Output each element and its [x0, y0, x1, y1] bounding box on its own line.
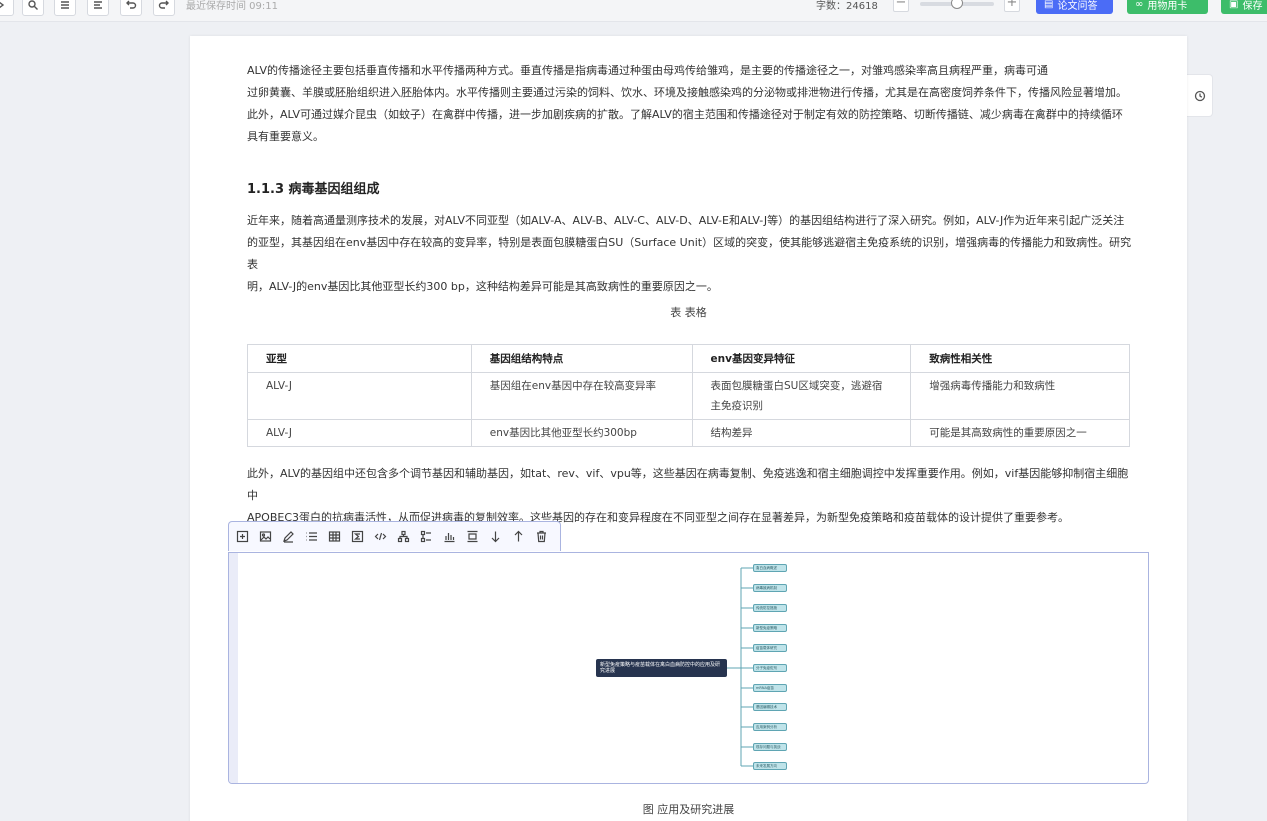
card-label: 用物用卡 — [1147, 0, 1188, 12]
genome-line-1: 近年来，随着高通量测序技术的发展，对ALV不同亚型（如ALV-A、ALV-B、A… — [247, 214, 1125, 227]
paper-qa-button[interactable]: ▤ 论文问答 — [1036, 0, 1113, 14]
mindmap-child-node[interactable]: 传统防控措施 — [753, 604, 787, 612]
regulatory-genes-paragraph[interactable]: 此外，ALV的基因组中还包含多个调节基因和辅助基因，如tat、rev、vif、v… — [247, 463, 1134, 529]
save-button[interactable]: ▣ 保存 — [1221, 0, 1267, 14]
table-cell[interactable]: 增强病毒传播能力和致病性 — [910, 372, 1130, 420]
delete-icon[interactable] — [533, 528, 550, 545]
history-button[interactable] — [1187, 74, 1213, 117]
table-cell[interactable]: env基因比其他亚型长约300bp — [470, 419, 693, 447]
table-header-cell[interactable]: 基因组结构特点 — [470, 344, 693, 373]
mindmap-child-node[interactable]: 分子免疫佐剂 — [753, 664, 787, 672]
genome-line-2: 的亚型，其基因组在env基因中存在较高的变异率，特别是表面包膜糖蛋白SU（Sur… — [247, 236, 1132, 271]
code-icon[interactable] — [372, 528, 389, 545]
mindmap-child-node[interactable]: mRNA疫苗 — [753, 684, 787, 692]
zoom-out-button[interactable]: − — [893, 0, 909, 12]
add-block-icon[interactable] — [234, 528, 251, 545]
mindmap-child-node[interactable]: 新型免疫策略 — [753, 624, 787, 632]
format-icon[interactable] — [87, 0, 109, 16]
save-label: 保存 — [1242, 0, 1263, 12]
intro-line-1: 过卵黄囊、羊膜或胚胎组织进入胚胎体内。水平传播则主要通过污染的饲料、饮水、环境及… — [247, 86, 1127, 99]
move-down-icon[interactable] — [487, 528, 504, 545]
history-icon — [1194, 90, 1205, 101]
genome-line-3: 明，ALV-J的env基因比其他亚型长约300 bp，这种结构差异可能是其高致病… — [247, 280, 718, 293]
top-toolbar: 最近保存时间 09:11 字数：24618 − + ▤ 论文问答 ∞ 用物用卡 ▣ 保… — [0, 0, 1267, 22]
outline-icon[interactable] — [54, 0, 76, 16]
edit-icon[interactable] — [280, 528, 297, 545]
figure-caption: 图 应用及研究进展 — [642, 803, 735, 816]
table-cell[interactable]: ALV-J — [247, 372, 472, 420]
table-header-cell[interactable]: 亚型 — [247, 344, 472, 373]
list-icon[interactable] — [303, 528, 320, 545]
intro-clipped-line: ALV的传播途径主要包括垂直传播和水平传播两种方式。垂直传播是指病毒通过种蛋由母… — [247, 64, 1048, 77]
table-icon[interactable] — [326, 528, 343, 545]
word-count: 字数：24618 — [816, 1, 878, 12]
table-cell[interactable]: 可能是其高致病性的重要原因之一 — [910, 419, 1130, 447]
mindmap-block[interactable]: 新型免疫策略与疫苗载体在禽白血病防控中的应用及研究进展 禽白血病概述 病毒致病机… — [228, 552, 1149, 784]
redo-icon[interactable] — [153, 0, 175, 16]
data-table[interactable]: 亚型 基因组结构特点 env基因变异特征 致病性相关性 ALV-J 基因组在en… — [247, 344, 1130, 447]
save-icon: ▣ — [1229, 0, 1239, 10]
table-row: ALV-J 基因组在env基因中存在较高变异率 表面包膜糖蛋白SU区域突变，逃避… — [247, 372, 1130, 420]
zoom-slider-knob[interactable] — [951, 0, 963, 9]
move-up-icon[interactable] — [510, 528, 527, 545]
expand-icon[interactable] — [0, 0, 14, 16]
infinity-icon: ∞ — [1135, 0, 1144, 10]
table-header-cell[interactable]: env基因变异特征 — [691, 344, 912, 373]
genome-paragraph[interactable]: 近年来，随着高通量测序技术的发展，对ALV不同亚型（如ALV-A、ALV-B、A… — [247, 210, 1134, 298]
regulatory-line-1: 此外，ALV的基因组中还包含多个调节基因和辅助基因，如tat、rev、vif、v… — [247, 467, 1129, 502]
table-header-cell[interactable]: 致病性相关性 — [910, 344, 1130, 373]
document-icon: ▤ — [1044, 0, 1054, 10]
mindmap-root-node[interactable]: 新型免疫策略与疫苗载体在禽白血病防控中的应用及研究进展 — [596, 659, 727, 677]
image-icon[interactable] — [257, 528, 274, 545]
table-caption: 表 表格 — [670, 306, 707, 319]
block-toolbar — [228, 521, 561, 551]
table-header-row: 亚型 基因组结构特点 env基因变异特征 致病性相关性 — [247, 344, 1130, 373]
table-cell[interactable]: 表面包膜糖蛋白SU区域突变，逃避宿主免疫识别 — [691, 372, 912, 420]
mindmap-child-node[interactable]: 应用案例分析 — [753, 723, 787, 731]
mindmap-child-node[interactable]: 禽白血病概述 — [753, 564, 787, 572]
undo-icon[interactable] — [120, 0, 142, 16]
formula-icon[interactable] — [349, 528, 366, 545]
align-icon[interactable] — [464, 528, 481, 545]
table-cell[interactable]: 基因组在env基因中存在较高变异率 — [470, 372, 693, 420]
mindmap-child-node[interactable]: 病毒致病机制 — [753, 584, 787, 592]
mindmap-icon[interactable] — [395, 528, 412, 545]
flowchart-icon[interactable] — [418, 528, 435, 545]
intro-paragraph[interactable]: ALV的传播途径主要包括垂直传播和水平传播两种方式。垂直传播是指病毒通过种蛋由母… — [247, 64, 1134, 148]
mindmap-child-node[interactable]: 未来发展方向 — [753, 762, 787, 770]
search-icon[interactable] — [22, 0, 44, 16]
section-heading[interactable]: 1.1.3 病毒基因组组成 — [247, 178, 380, 197]
zoom-in-button[interactable]: + — [1004, 0, 1020, 12]
mindmap-child-node[interactable]: 现存问题与挑战 — [753, 743, 787, 751]
table-row: ALV-J env基因比其他亚型长约300bp 结构差异 可能是其高致病性的重要… — [247, 419, 1130, 447]
paper-qa-label: 论文问答 — [1057, 0, 1098, 12]
mindmap-child-node[interactable]: 基因编辑技术 — [753, 703, 787, 711]
mindmap-child-node[interactable]: 疫苗载体研究 — [753, 644, 787, 652]
intro-line-3: 具有重要意义。 — [247, 130, 324, 143]
last-save-time: 最近保存时间 09:11 — [186, 1, 278, 12]
chart-icon[interactable] — [441, 528, 458, 545]
table-cell[interactable]: ALV-J — [247, 419, 472, 447]
table-cell[interactable]: 结构差异 — [691, 419, 912, 447]
intro-line-2: 此外，ALV可通过媒介昆虫（如蚊子）在禽群中传播，进一步加剧疾病的扩散。了解AL… — [247, 108, 1123, 121]
card-button[interactable]: ∞ 用物用卡 — [1127, 0, 1208, 14]
